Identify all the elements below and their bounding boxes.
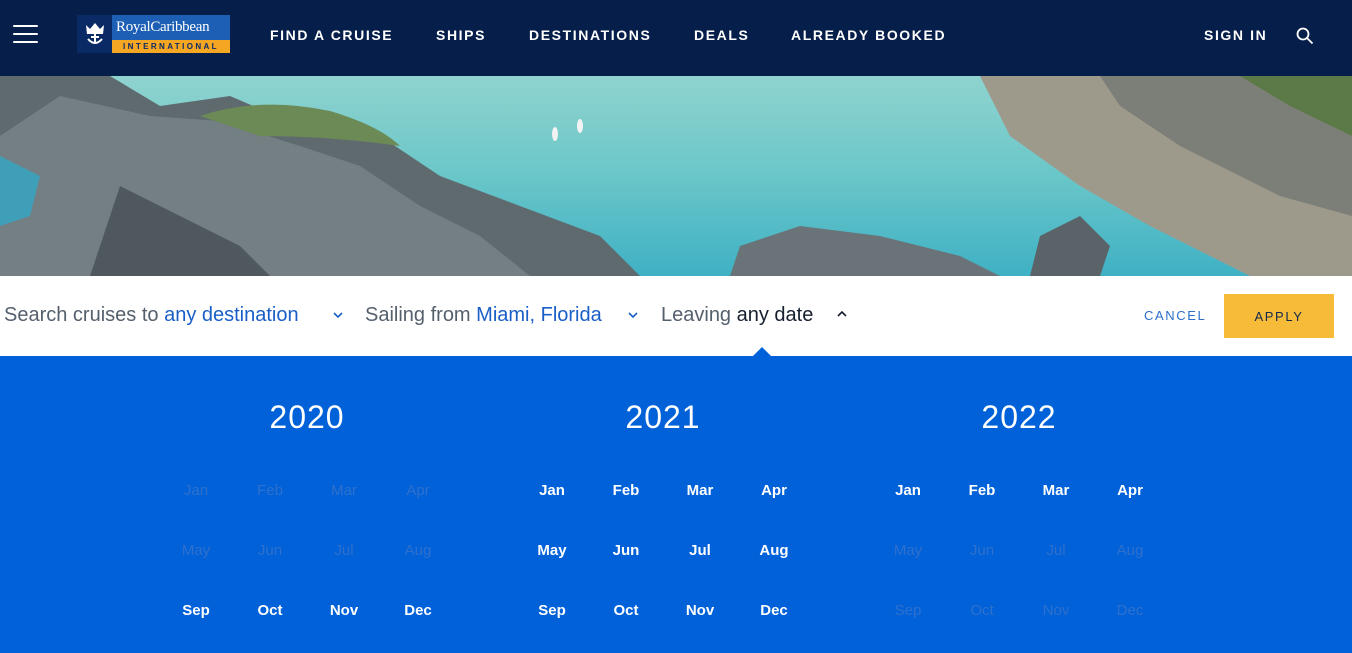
- port-value[interactable]: Miami, Florida: [476, 304, 602, 326]
- month-mar-2022[interactable]: Mar: [1026, 482, 1086, 499]
- month-mar-2021[interactable]: Mar: [670, 482, 730, 499]
- month-jul-2022: Jul: [1046, 542, 1066, 559]
- dropdown-pointer: [753, 347, 771, 356]
- month-sep-2022: Sep: [894, 602, 922, 619]
- month-feb-2020: Feb: [257, 482, 283, 499]
- month-jun-2021[interactable]: Jun: [596, 542, 656, 559]
- year-title: 2021: [625, 399, 701, 435]
- port-prefix: Sailing from: [365, 304, 471, 326]
- month-jul-2020: Jul: [334, 542, 354, 559]
- month-jan-2020: Jan: [183, 482, 209, 499]
- coastline-illustration: [0, 76, 1352, 276]
- month-sep-2021[interactable]: Sep: [522, 602, 582, 619]
- month-dec-2022: Dec: [1116, 602, 1144, 619]
- top-nav: RoyalCaribbean INTERNATIONAL FIND A CRUI…: [0, 0, 1352, 76]
- date-value[interactable]: any date: [737, 304, 814, 326]
- cruise-filter-bar: Search cruises to any destination Sailin…: [0, 276, 1352, 356]
- sign-in-link[interactable]: SIGN IN: [1204, 27, 1267, 43]
- month-apr-2021[interactable]: Apr: [744, 482, 804, 499]
- month-jun-2020: Jun: [257, 542, 283, 559]
- month-apr-2022[interactable]: Apr: [1100, 482, 1160, 499]
- month-jul-2021[interactable]: Jul: [670, 542, 730, 559]
- cancel-button[interactable]: CANCEL: [1144, 308, 1206, 323]
- month-picker: 2020 Jan Feb Mar Apr May Jun Jul Aug Sep Oct Nov Dec…: [0, 356, 1352, 653]
- crown-anchor-icon: [77, 15, 112, 53]
- month-nov-2020[interactable]: Nov: [314, 602, 374, 619]
- brand-subtitle: INTERNATIONAL: [112, 40, 230, 53]
- nav-find-a-cruise[interactable]: FIND A CRUISE: [270, 27, 393, 43]
- year-title: 2020: [269, 399, 345, 435]
- month-dec-2020[interactable]: Dec: [388, 602, 448, 619]
- month-may-2020: May: [181, 542, 211, 559]
- month-jun-2022: Jun: [969, 542, 995, 559]
- month-jan-2022[interactable]: Jan: [878, 482, 938, 499]
- month-sep-2020[interactable]: Sep: [166, 602, 226, 619]
- search-icon[interactable]: [1296, 27, 1314, 45]
- month-oct-2020[interactable]: Oct: [240, 602, 300, 619]
- departure-port-filter[interactable]: Sailing from Miami, Florida: [365, 304, 602, 327]
- chevron-down-icon[interactable]: [332, 311, 344, 319]
- apply-button[interactable]: APPLY: [1224, 294, 1334, 338]
- month-nov-2021[interactable]: Nov: [670, 602, 730, 619]
- month-may-2022: May: [893, 542, 923, 559]
- hero-image: [0, 76, 1352, 276]
- nav-already-booked[interactable]: ALREADY BOOKED: [791, 27, 946, 43]
- month-may-2021[interactable]: May: [522, 542, 582, 559]
- month-aug-2020: Aug: [404, 542, 432, 559]
- month-feb-2021[interactable]: Feb: [596, 482, 656, 499]
- month-dec-2021[interactable]: Dec: [744, 602, 804, 619]
- month-mar-2020: Mar: [331, 482, 357, 499]
- destination-filter[interactable]: Search cruises to any destination: [4, 304, 299, 327]
- date-filter[interactable]: Leaving any date: [661, 304, 813, 327]
- destination-prefix: Search cruises to: [4, 304, 159, 326]
- month-aug-2022: Aug: [1116, 542, 1144, 559]
- year-title: 2022: [981, 399, 1057, 435]
- month-feb-2022[interactable]: Feb: [952, 482, 1012, 499]
- month-nov-2022: Nov: [1042, 602, 1070, 619]
- nav-destinations[interactable]: DESTINATIONS: [529, 27, 651, 43]
- brand-name: RoyalCaribbean: [112, 15, 230, 40]
- month-apr-2020: Apr: [406, 482, 430, 499]
- chevron-down-icon[interactable]: [627, 311, 639, 319]
- month-oct-2022: Oct: [970, 602, 994, 619]
- destination-value[interactable]: any destination: [164, 304, 299, 326]
- month-aug-2021[interactable]: Aug: [744, 542, 804, 559]
- nav-ships[interactable]: SHIPS: [436, 27, 486, 43]
- month-jan-2021[interactable]: Jan: [522, 482, 582, 499]
- nav-deals[interactable]: DEALS: [694, 27, 749, 43]
- month-oct-2021[interactable]: Oct: [596, 602, 656, 619]
- brand-logo[interactable]: RoyalCaribbean INTERNATIONAL: [77, 15, 230, 53]
- date-prefix: Leaving: [661, 304, 732, 326]
- chevron-up-icon[interactable]: [836, 310, 848, 318]
- hamburger-menu-icon[interactable]: [13, 25, 38, 45]
